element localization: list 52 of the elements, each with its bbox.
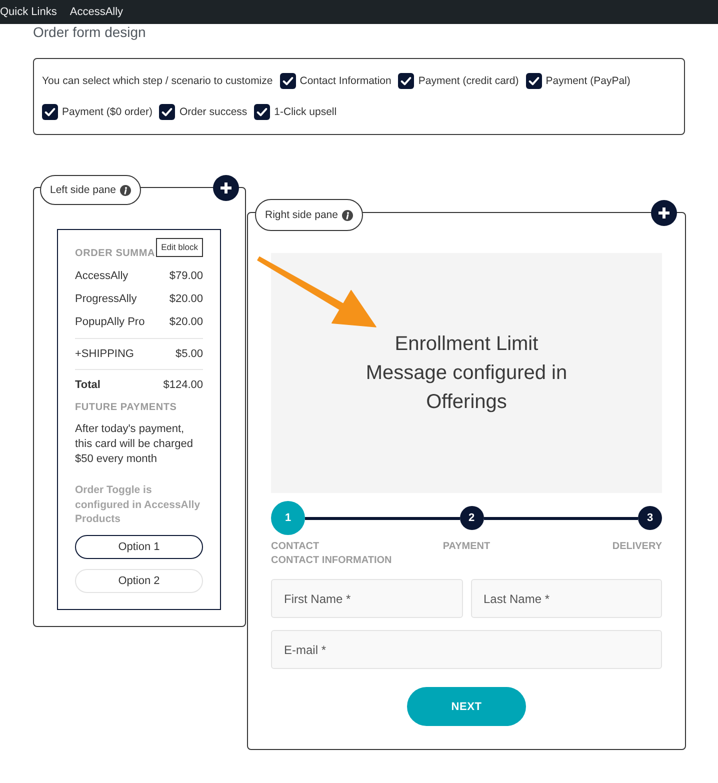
step-sublabel: CONTACT INFORMATION — [271, 554, 392, 568]
shipping-label: +SHIPPING — [75, 347, 134, 362]
checkbox[interactable] — [42, 104, 58, 120]
summary-heading: ORDER SUMMA — [75, 247, 155, 261]
item-price: $79.00 — [169, 269, 203, 284]
edit-block-label[interactable]: Edit block — [156, 238, 203, 257]
checkbox[interactable] — [398, 73, 414, 89]
step-label: CONTACT — [271, 540, 320, 554]
checkbox[interactable] — [280, 73, 296, 89]
text-field[interactable]: E-mail * — [271, 630, 662, 669]
checkbox-label[interactable]: Contact Information — [300, 73, 392, 89]
item-price: $20.00 — [169, 315, 203, 330]
checkbox-label[interactable]: Order success — [179, 104, 248, 120]
checkbox-label[interactable]: Payment ($0 order) — [62, 104, 152, 120]
checkbox-label[interactable]: Payment (credit card) — [418, 73, 519, 89]
step-circle: 3 — [638, 506, 662, 530]
shipping-price: $5.00 — [175, 347, 203, 362]
text-field[interactable]: Last Name * — [470, 579, 662, 618]
checkbox[interactable] — [526, 73, 542, 89]
option-button[interactable]: Option 1 — [75, 534, 203, 558]
total-price: $124.00 — [163, 378, 203, 393]
add-button[interactable] — [651, 200, 677, 226]
pane-title: Left side pane — [50, 184, 116, 196]
info-icon — [342, 210, 353, 220]
top-bar-link[interactable]: AccessAlly — [70, 5, 124, 19]
future-payments-heading: FUTURE PAYMENTS — [75, 401, 177, 415]
checkbox-label[interactable]: 1-Click upsell — [274, 104, 337, 120]
checkbox[interactable] — [254, 104, 270, 120]
top-bar-link[interactable]: Quick Links — [0, 5, 57, 19]
order-toggle-note: Order Toggle is configured in AccessAlly Products — [75, 483, 202, 526]
plus-icon — [219, 181, 233, 195]
text-field[interactable]: First Name * — [271, 579, 462, 618]
enrollment-message: Enrollment Limit Message configured in Offerings — [364, 332, 568, 414]
pane-title: Right side pane — [265, 209, 338, 221]
item-name: ProgressAlly — [75, 292, 137, 307]
plus-icon — [657, 206, 671, 220]
total-label: Total — [75, 378, 100, 393]
item-name: AccessAlly — [75, 269, 128, 284]
checkbox[interactable] — [159, 104, 176, 120]
page-title: Order form design — [33, 24, 146, 40]
step-circle: 1 — [271, 501, 305, 535]
info-icon — [120, 184, 131, 196]
item-price: $20.00 — [169, 292, 203, 307]
step-label: DELIVERY — [612, 540, 662, 554]
add-button[interactable] — [213, 175, 239, 201]
step-circle: 2 — [460, 506, 484, 530]
future-payments-text: After today's payment, this card will be charged $50 every month — [75, 422, 194, 467]
scenario-prompt: You can select which step / scenario to customize — [42, 74, 273, 89]
checkbox-label[interactable]: Payment (PayPal) — [546, 73, 630, 89]
item-name: PopupAlly Pro — [75, 315, 145, 330]
option-button[interactable]: Option 2 — [75, 568, 203, 592]
step-label: PAYMENT — [442, 540, 490, 554]
